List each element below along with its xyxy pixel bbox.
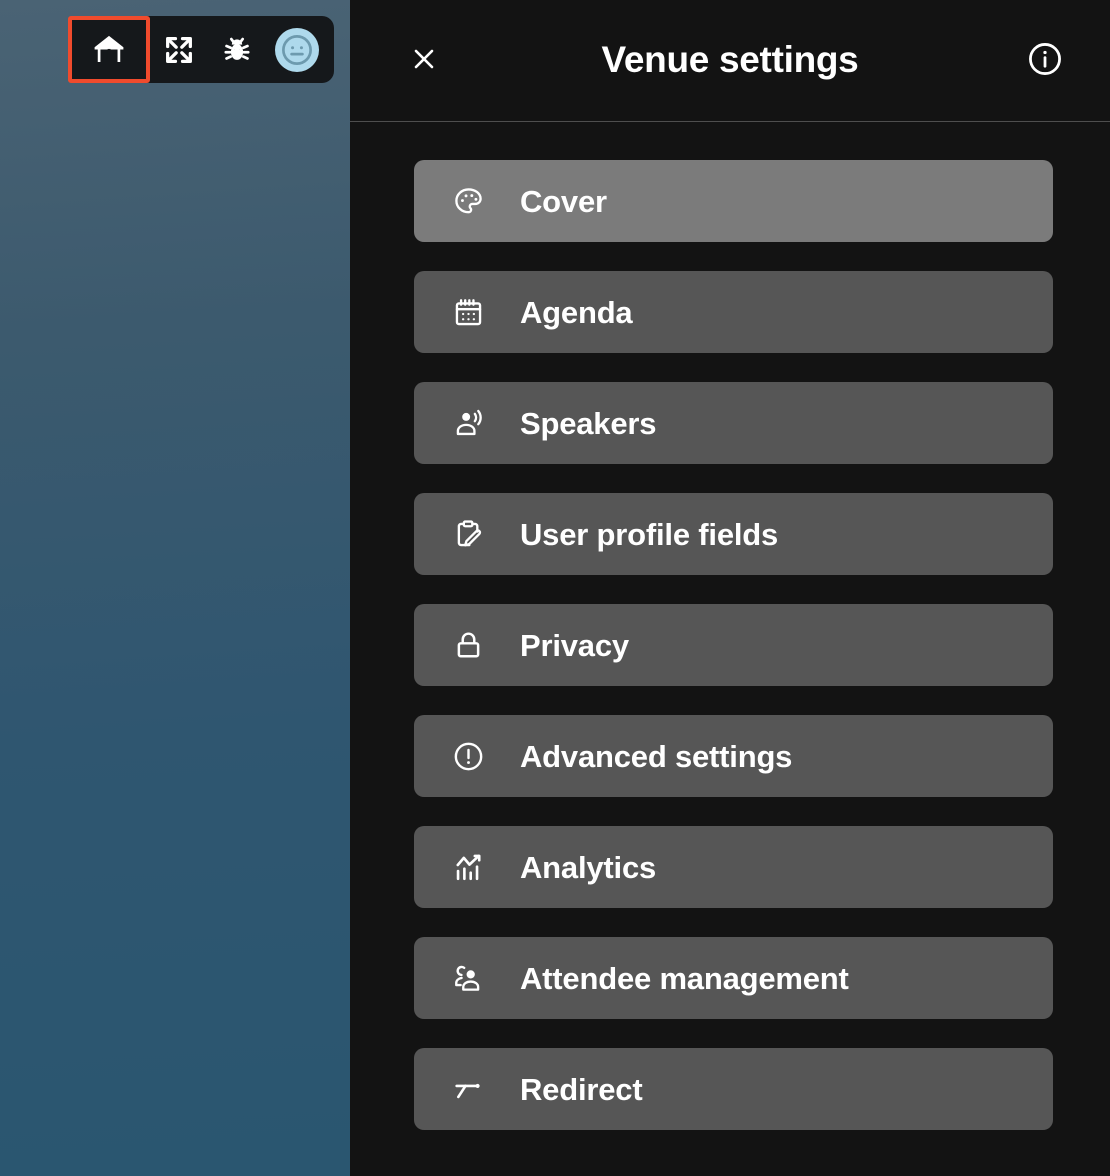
menu-item-label: Advanced settings xyxy=(520,738,793,774)
palette-icon xyxy=(446,179,490,223)
fullscreen-button[interactable] xyxy=(150,16,208,83)
menu-item-label: Redirect xyxy=(520,1071,643,1107)
menu-item-redirect[interactable]: Redirect xyxy=(414,1048,1053,1130)
menu-item-cover[interactable]: Cover xyxy=(414,160,1053,242)
menu-item-advanced-settings[interactable]: Advanced settings xyxy=(414,715,1053,797)
settings-menu-list: Cover Agenda Speakers User profile field… xyxy=(350,122,1110,1176)
menu-item-agenda[interactable]: Agenda xyxy=(414,271,1053,353)
people-group-icon xyxy=(446,956,490,1000)
floating-toolbar xyxy=(68,16,334,83)
menu-item-analytics[interactable]: Analytics xyxy=(414,826,1053,908)
menu-item-label: Agenda xyxy=(520,294,633,330)
panel-info-button[interactable] xyxy=(1022,38,1068,84)
analytics-chart-icon xyxy=(446,845,490,889)
venue-settings-panel: Venue settings Cover Agenda Speakers Use… xyxy=(350,0,1110,1176)
venue-building-icon xyxy=(91,32,127,68)
fullscreen-expand-icon xyxy=(162,33,196,67)
menu-item-label: Analytics xyxy=(520,849,657,885)
speaker-person-icon xyxy=(446,401,490,445)
menu-item-label: Attendee management xyxy=(520,960,849,996)
clipboard-pencil-icon xyxy=(446,512,490,556)
calendar-icon xyxy=(446,290,490,334)
close-x-icon xyxy=(409,44,439,79)
menu-item-attendee-management[interactable]: Attendee management xyxy=(414,937,1053,1019)
avatar xyxy=(275,27,319,72)
menu-item-user-profile-fields[interactable]: User profile fields xyxy=(414,493,1053,575)
bug-icon xyxy=(220,33,254,67)
redirect-branch-icon xyxy=(446,1067,490,1111)
report-bug-button[interactable] xyxy=(208,16,266,83)
lock-icon xyxy=(446,623,490,667)
venue-home-button[interactable] xyxy=(68,16,150,83)
menu-item-label: User profile fields xyxy=(520,516,779,552)
menu-item-privacy[interactable]: Privacy xyxy=(414,604,1053,686)
panel-header: Venue settings xyxy=(350,0,1110,122)
menu-item-label: Cover xyxy=(520,183,607,219)
close-panel-button[interactable] xyxy=(402,39,446,83)
alert-circle-icon xyxy=(446,734,490,778)
app-root: Venue settings Cover Agenda Speakers Use… xyxy=(0,0,1110,1176)
user-avatar-button[interactable] xyxy=(266,16,328,83)
smiley-avatar-icon xyxy=(278,31,316,69)
menu-item-label: Speakers xyxy=(520,405,657,441)
info-circle-icon xyxy=(1026,40,1064,83)
menu-item-label: Privacy xyxy=(520,627,629,663)
page-title: Venue settings xyxy=(601,39,859,80)
menu-item-speakers[interactable]: Speakers xyxy=(414,382,1053,464)
venue-stage-background xyxy=(0,0,350,1176)
